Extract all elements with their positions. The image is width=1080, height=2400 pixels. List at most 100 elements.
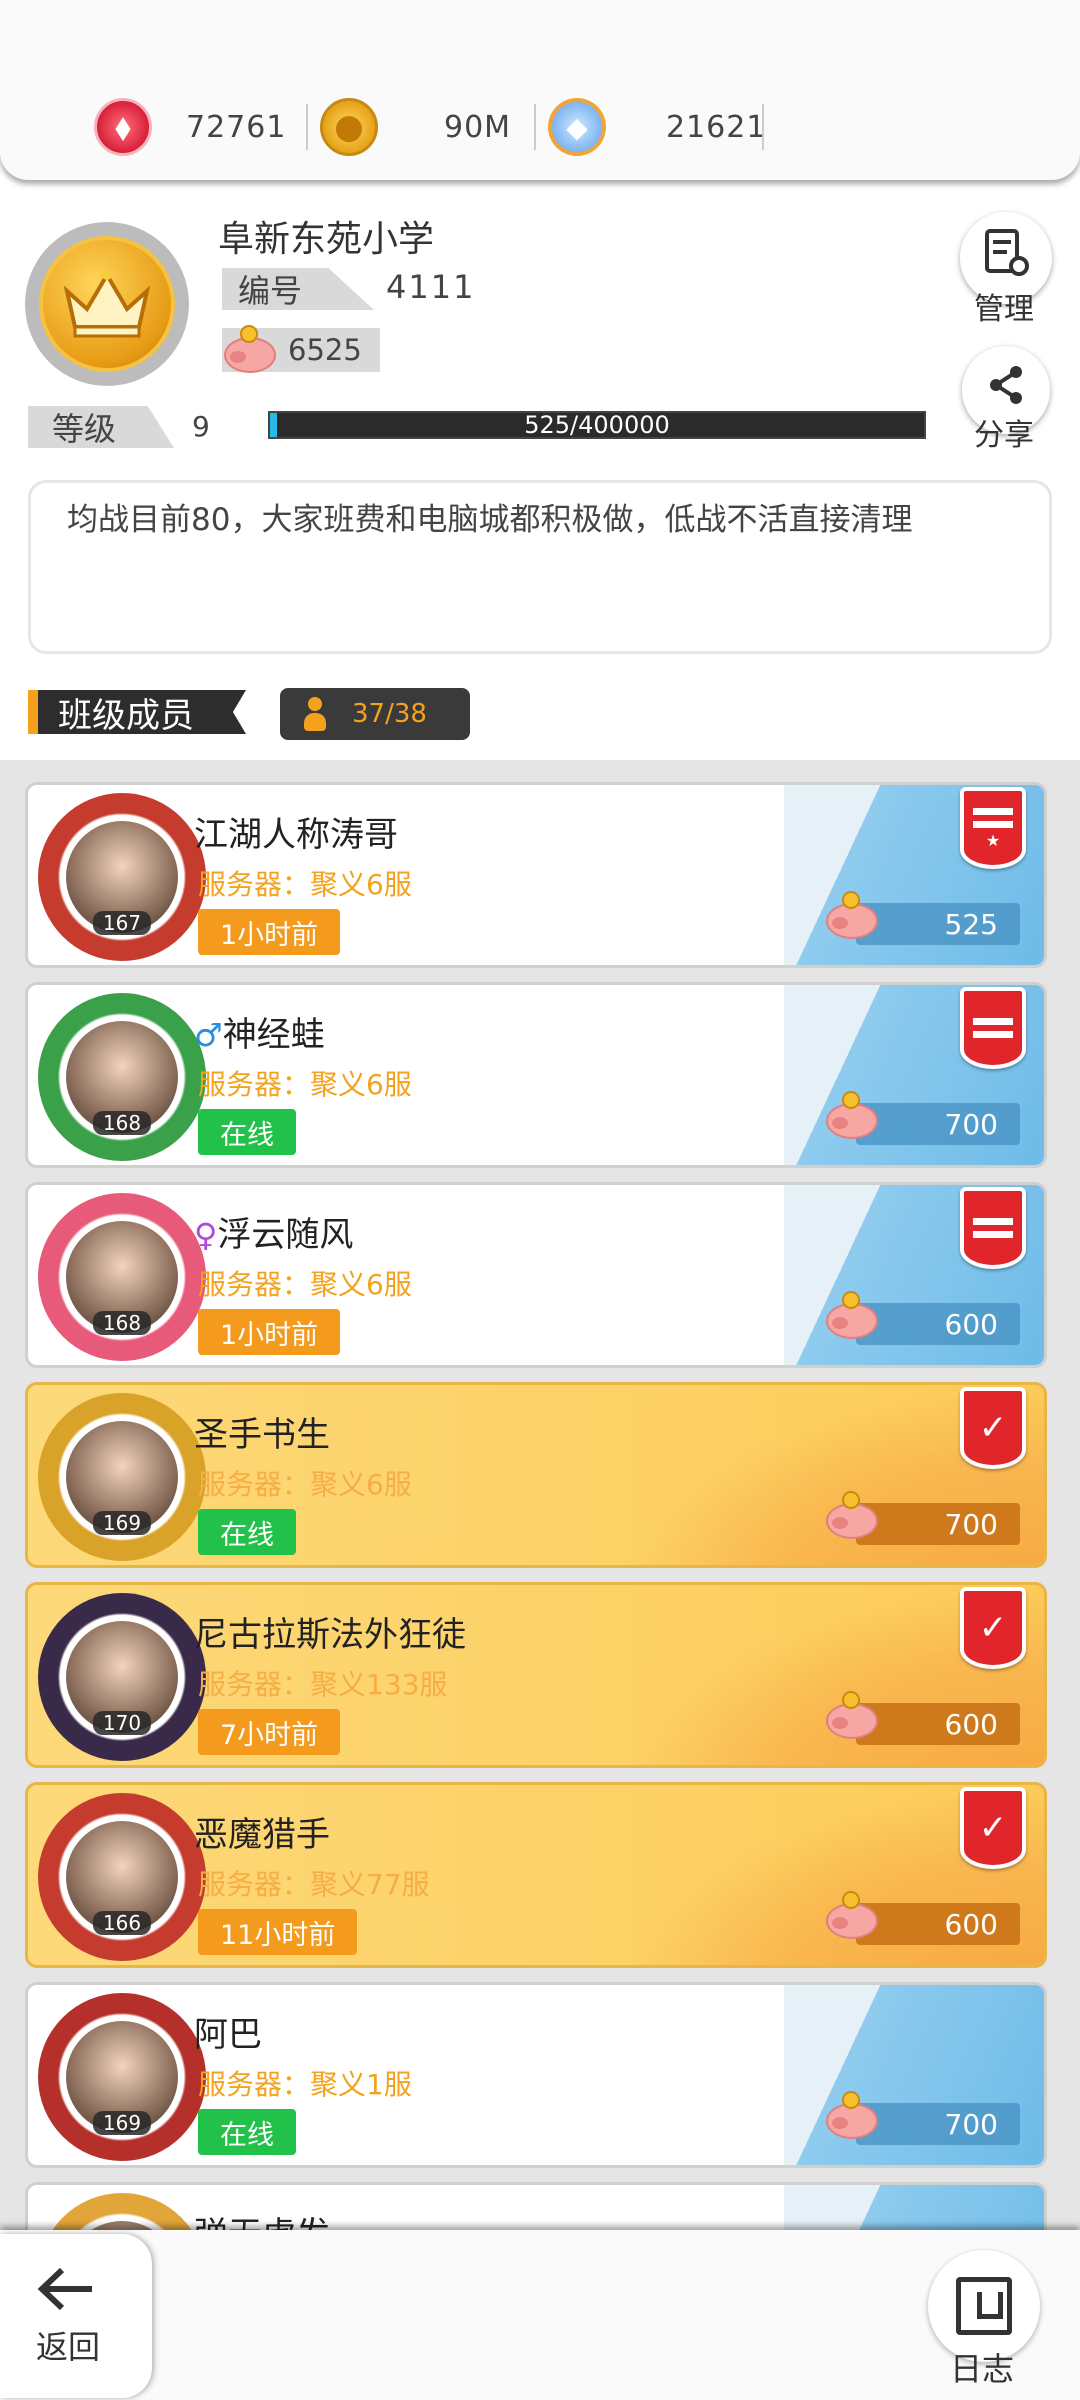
piggy-bank-icon xyxy=(822,891,882,941)
avatar-level: 168 xyxy=(92,1311,152,1335)
avatar-level: 168 xyxy=(92,1111,152,1135)
member-name: ♀浮云随风 xyxy=(194,1207,353,1256)
divider xyxy=(534,104,536,150)
member-name-text: 阿巴 xyxy=(194,2015,262,2055)
divider xyxy=(762,104,764,150)
piggy-bank-icon xyxy=(822,1091,882,1141)
vice-leader-rank-icon xyxy=(960,1187,1026,1269)
level-label: 等级 xyxy=(28,406,174,448)
avatar-level: 166 xyxy=(92,1911,152,1935)
member-contribution: 700 xyxy=(826,1091,1020,1145)
notice-text: 均战目前80，大家班费和电脑城都积极做，低战不活直接清理 xyxy=(67,502,913,538)
share-label[interactable]: 分享 xyxy=(974,410,1034,454)
class-id: 4111 xyxy=(386,268,476,306)
member-card[interactable]: 168 ♂神经蛙 服务器：聚义6服 在线 700 xyxy=(25,982,1047,1168)
red-gem-icon: ⬧ xyxy=(94,98,152,156)
member-name-text: 恶魔猎手 xyxy=(194,1815,330,1855)
elite-rank-icon: ✓ xyxy=(960,1387,1026,1469)
member-contribution: 700 xyxy=(826,2091,1020,2145)
leader-rank-icon: ★ xyxy=(960,787,1026,869)
avatar-level: 169 xyxy=(92,1511,152,1535)
avatar[interactable]: 169 xyxy=(38,1393,206,1561)
member-card[interactable]: 169 阿巴 服务器：聚义1服 在线 700 xyxy=(25,1982,1047,2168)
avatar-level: 170 xyxy=(92,1711,152,1735)
piggy-bank-icon xyxy=(822,1891,882,1941)
member-name: 弹无虚发 xyxy=(194,2207,330,2230)
member-contribution: 600 xyxy=(826,1291,1020,1345)
gem-value: 72761 xyxy=(186,109,287,145)
avatar-photo xyxy=(66,2221,178,2230)
gender-icon: ♀ xyxy=(194,1216,218,1254)
funds-value: 6525 xyxy=(288,333,362,367)
class-name: 阜新东苑小学 xyxy=(218,219,435,260)
member-server: 服务器：聚义6服 xyxy=(198,868,412,901)
level-label-text: 等级 xyxy=(52,410,117,448)
member-name: 江湖人称涛哥 xyxy=(194,807,398,856)
currency-gem[interactable]: ⬧ 72761 xyxy=(94,94,286,160)
member-list[interactable]: 167 江湖人称涛哥 服务器：聚义6服 1小时前 525 ★ 168 ♂神经蛙 服务器：聚义6服… xyxy=(0,760,1080,2230)
exp-progress-bar: 525/400000 xyxy=(268,411,926,439)
member-name: 尼古拉斯法外狂徒 xyxy=(194,1607,466,1656)
member-card[interactable]: 弹无虚发 xyxy=(25,2182,1047,2230)
member-server: 服务器：聚义77服 xyxy=(198,1868,430,1901)
gold-coin-icon: ● xyxy=(320,98,378,156)
member-status: 11小时前 xyxy=(198,1909,358,1955)
coin-value: 90M xyxy=(444,109,512,145)
manage-icon xyxy=(983,228,1029,288)
member-card[interactable]: 166 恶魔猎手服务器：聚义77服 11小时前 600 ✓ xyxy=(25,1782,1047,1968)
elite-rank-icon: ✓ xyxy=(960,1787,1026,1869)
member-count: 37/38 xyxy=(280,688,470,740)
avatar[interactable]: 169 xyxy=(38,1993,206,2161)
member-status: 在线 xyxy=(198,1109,296,1155)
contribution-value: 700 xyxy=(944,1107,998,1141)
piggy-bank-icon xyxy=(220,325,280,375)
manage-label[interactable]: 管理 xyxy=(974,284,1034,328)
book-icon xyxy=(956,2277,1012,2335)
exp-text: 525/400000 xyxy=(524,411,670,439)
member-name-text: 尼古拉斯法外狂徒 xyxy=(194,1615,466,1655)
member-name: 恶魔猎手 xyxy=(194,1807,330,1856)
avatar[interactable]: 168 xyxy=(38,993,206,1161)
member-name-text: 浮云随风 xyxy=(217,1215,354,1255)
bottom-bar xyxy=(0,2230,1080,2400)
member-status: 在线 xyxy=(198,1509,296,1555)
member-card[interactable]: 169 圣手书生 服务器：聚义6服 在线 700 ✓ xyxy=(25,1382,1047,1568)
member-count-text: 37/38 xyxy=(352,699,427,729)
member-server: 服务器：聚义6服 xyxy=(198,1268,412,1301)
member-name-text: 弹无虚发 xyxy=(194,2215,330,2230)
members-title-text: 班级成员 xyxy=(58,695,194,736)
member-contribution: 600 xyxy=(826,1691,1020,1745)
log-label[interactable]: 日志 xyxy=(950,2344,1014,2390)
member-card[interactable]: 167 江湖人称涛哥 服务器：聚义6服 1小时前 525 ★ xyxy=(25,782,1047,968)
currency-diamond[interactable]: ◆ 21621 xyxy=(548,94,766,160)
back-arrow-icon[interactable] xyxy=(36,2260,96,2328)
person-icon xyxy=(304,697,326,731)
gender-icon: ♂ xyxy=(194,1016,223,1054)
member-name: 圣手书生 xyxy=(194,1407,330,1456)
piggy-bank-icon xyxy=(822,1691,882,1741)
avatar[interactable] xyxy=(38,2193,206,2230)
member-card[interactable]: 168 ♀浮云随风服务器：聚义6服 1小时前 600 xyxy=(25,1182,1047,1368)
contribution-value: 600 xyxy=(944,1907,998,1941)
currency-coin[interactable]: ● 90M xyxy=(320,94,511,160)
member-server: 服务器：聚义1服 xyxy=(198,2068,412,2101)
avatar-level: 167 xyxy=(92,911,152,935)
member-status: 7小时前 xyxy=(198,1709,341,1755)
avatar[interactable]: 170 xyxy=(38,1593,206,1761)
vice-leader-rank-icon xyxy=(960,987,1026,1069)
elite-rank-icon: ✓ xyxy=(960,1587,1026,1669)
back-label[interactable]: 返回 xyxy=(36,2322,100,2368)
card-accent xyxy=(784,2185,1044,2230)
class-emblem xyxy=(25,222,189,386)
member-contribution: 700 xyxy=(826,1491,1020,1545)
avatar[interactable]: 168 xyxy=(38,1193,206,1361)
id-label-text: 编号 xyxy=(238,272,303,310)
member-contribution: 525 xyxy=(826,891,1020,945)
contribution-value: 700 xyxy=(944,1507,998,1541)
member-card[interactable]: 170 尼古拉斯法外狂徒 服务器：聚义133服 7小时前 600 ✓ xyxy=(25,1582,1047,1768)
contribution-value: 600 xyxy=(944,1707,998,1741)
avatar[interactable]: 167 xyxy=(38,793,206,961)
avatar[interactable]: 166 xyxy=(38,1793,206,1961)
piggy-bank-icon xyxy=(822,1291,882,1341)
member-status: 1小时前 xyxy=(198,1309,341,1355)
